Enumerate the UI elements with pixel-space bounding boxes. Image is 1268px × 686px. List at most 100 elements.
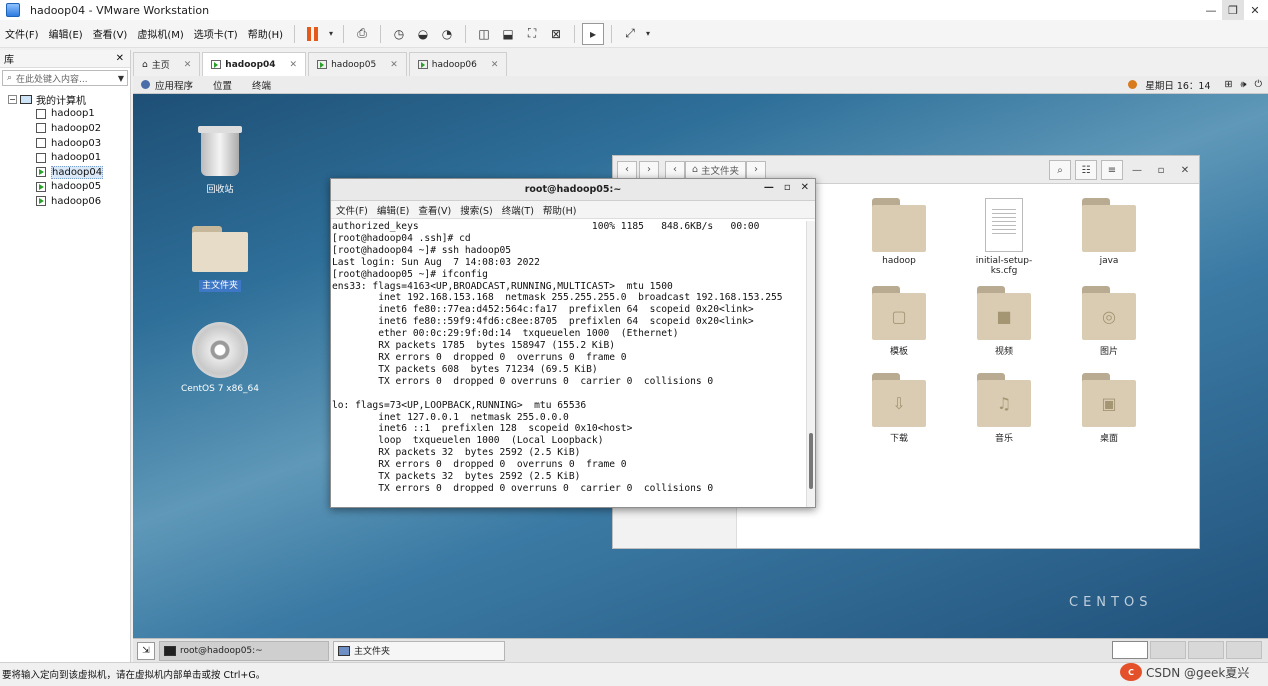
taskbar-item-files[interactable]: 主文件夹 — [333, 640, 505, 661]
path-right-icon[interactable]: › — [746, 160, 767, 179]
minimize-icon[interactable]: — — [764, 182, 774, 193]
terminal-menu-terminal[interactable]: 终端(T) — [502, 203, 534, 217]
terminal-menu-file[interactable]: 文件(F) — [336, 203, 368, 217]
volume-icon[interactable]: 🕪 — [1240, 79, 1246, 90]
tab-hadoop04[interactable]: hadoop04 ✕ — [202, 52, 307, 76]
terminal-menu[interactable]: 终端 — [252, 78, 271, 92]
notification-icon[interactable] — [1128, 80, 1138, 89]
tab-hadoop06[interactable]: hadoop06 ✕ — [408, 52, 508, 76]
menu-help[interactable]: 帮助(H) — [243, 26, 288, 41]
menu-edit[interactable]: 编辑(E) — [44, 26, 88, 41]
menu-vm[interactable]: 虚拟机(M) — [132, 26, 188, 41]
workspace-4[interactable] — [1226, 641, 1262, 659]
library-search-input[interactable]: ⌕ 在此处键入内容... ▼ — [2, 70, 128, 86]
close-icon[interactable]: ✕ — [801, 182, 809, 193]
forward-arrow-icon[interactable]: › — [639, 160, 659, 179]
snapshot-manager-icon[interactable]: ◔ — [436, 23, 458, 45]
network-icon[interactable]: ⊞ — [1225, 79, 1233, 90]
show-desktop-icon[interactable]: ⇲ — [137, 641, 155, 660]
tree-item-hadoop05[interactable]: hadoop05 — [0, 180, 130, 195]
minimize-icon[interactable]: — — [1127, 160, 1147, 180]
tab-home[interactable]: ⌂ 主页 ✕ — [133, 52, 201, 76]
taskbar-item-terminal[interactable]: root@hadoop05:~ — [159, 640, 329, 661]
desktop-home-folder[interactable]: 主文件夹 — [180, 226, 260, 292]
file-item[interactable]: ⇩ 下载 — [859, 373, 939, 444]
file-item[interactable]: ◎ 图片 — [1069, 286, 1149, 357]
close-button[interactable]: ✕ — [1244, 0, 1266, 20]
back-arrow-icon[interactable]: ‹ — [617, 160, 637, 179]
show-library-icon[interactable]: ◫ — [473, 23, 495, 45]
tree-root-my-computer[interactable]: − 我的计算机 — [0, 92, 130, 107]
file-item[interactable]: ♫ 音乐 — [964, 373, 1044, 444]
collapse-icon[interactable]: − — [8, 94, 17, 104]
path-home-button[interactable]: ⌂ 主文件夹 — [685, 160, 747, 179]
workspace-1[interactable] — [1112, 641, 1148, 659]
pause-dropdown-icon[interactable]: ▾ — [326, 23, 336, 45]
search-icon[interactable]: ⌕ — [1049, 160, 1071, 180]
power-icon[interactable]: ⏻ — [1254, 79, 1262, 90]
file-item[interactable]: initial-setup-ks.cfg — [964, 198, 1044, 276]
places-menu[interactable]: 位置 — [213, 78, 232, 92]
applications-menu[interactable]: 应用程序 — [141, 78, 193, 92]
toolbar-separator — [380, 24, 382, 43]
desktop-centos-disc[interactable]: CentOS 7 x86_64 — [180, 322, 260, 394]
terminal-menu-search[interactable]: 搜索(S) — [460, 203, 492, 217]
menu-tabs[interactable]: 选项卡(T) — [189, 26, 243, 41]
vm-icon — [36, 138, 46, 149]
path-left-icon[interactable]: ‹ — [665, 160, 685, 179]
menu-icon[interactable]: ≡ — [1101, 160, 1123, 180]
workspace-3[interactable] — [1188, 641, 1224, 659]
tree-item-hadoop02[interactable]: hadoop02 — [0, 121, 130, 136]
vm-tree: − 我的计算机 hadoop1 hadoop02 hadoop03 hadoop… — [0, 92, 130, 209]
tree-item-hadoop06[interactable]: hadoop06 — [0, 194, 130, 209]
console-view-icon[interactable]: ▸ — [582, 22, 605, 45]
desktop-trash[interactable]: 回收站 — [180, 126, 260, 195]
file-item[interactable]: ■ 视频 — [964, 286, 1044, 357]
tab-close-icon[interactable]: ✕ — [184, 60, 192, 70]
desktop-label: 主文件夹 — [198, 280, 241, 292]
revert-snapshot-icon[interactable]: ◒ — [412, 23, 434, 45]
workspace-2[interactable] — [1150, 641, 1186, 659]
send-ctrl-alt-del-icon[interactable]: ⎙ — [351, 23, 373, 45]
file-item[interactable]: java — [1069, 198, 1149, 266]
terminal-menu-edit[interactable]: 编辑(E) — [377, 203, 409, 217]
tab-close-icon[interactable]: ✕ — [290, 60, 298, 70]
unity-icon[interactable]: ⊠ — [545, 23, 567, 45]
terminal-scrollbar[interactable] — [806, 221, 815, 507]
guest-screen[interactable]: 应用程序 位置 终端 星期日 16：14 ⊞ 🕪 ⏻ 回收站 主文件夹 Cent… — [133, 76, 1268, 662]
file-item[interactable]: ▢ 模板 — [859, 286, 939, 357]
clock[interactable]: 星期日 16：14 — [1145, 78, 1210, 92]
tab-label: 主页 — [151, 61, 170, 71]
stretch-guest-icon[interactable]: ⤢ — [619, 23, 641, 45]
pause-vm-icon[interactable] — [302, 23, 324, 45]
library-close-icon[interactable]: ✕ — [116, 53, 124, 64]
chevron-down-icon[interactable]: ▼ — [118, 74, 124, 83]
terminal-output[interactable]: authorized_keys 100% 1185 848.6KB/s 00:0… — [331, 221, 807, 507]
tree-item-hadoop04[interactable]: hadoop04 — [0, 165, 130, 180]
tab-hadoop05[interactable]: hadoop05 ✕ — [308, 52, 407, 76]
scrollbar-thumb[interactable] — [809, 433, 813, 489]
tab-close-icon[interactable]: ✕ — [491, 60, 499, 70]
minimize-button[interactable]: — — [1200, 0, 1222, 20]
tree-item-hadoop03[interactable]: hadoop03 — [0, 136, 130, 151]
menu-view[interactable]: 查看(V) — [88, 26, 133, 41]
full-screen-icon[interactable]: ⛶ — [521, 23, 543, 45]
file-item[interactable]: hadoop — [859, 198, 939, 266]
maximize-icon[interactable]: ▫ — [1151, 160, 1171, 180]
menu-file[interactable]: 文件(F) — [0, 26, 44, 41]
terminal-titlebar[interactable]: root@hadoop05:~ — ▫ ✕ — [331, 179, 815, 201]
maximize-icon[interactable]: ▫ — [784, 182, 791, 193]
stretch-dropdown-icon[interactable]: ▾ — [643, 23, 653, 45]
view-list-icon[interactable]: ☷ — [1075, 160, 1097, 180]
terminal-window[interactable]: root@hadoop05:~ — ▫ ✕ 文件(F) 编辑(E) 查看(V) … — [330, 178, 816, 508]
close-icon[interactable]: ✕ — [1175, 160, 1195, 180]
thumbnail-bar-icon[interactable]: ⬓ — [497, 23, 519, 45]
snapshot-icon[interactable]: ◷ — [388, 23, 410, 45]
file-item[interactable]: ▣ 桌面 — [1069, 373, 1149, 444]
tree-item-hadoop1[interactable]: hadoop1 — [0, 107, 130, 122]
tree-item-hadoop01[interactable]: hadoop01 — [0, 150, 130, 165]
terminal-menu-help[interactable]: 帮助(H) — [543, 203, 577, 217]
terminal-menu-view[interactable]: 查看(V) — [418, 203, 451, 217]
tab-close-icon[interactable]: ✕ — [390, 60, 398, 70]
restore-button[interactable]: ❐ — [1222, 0, 1244, 20]
